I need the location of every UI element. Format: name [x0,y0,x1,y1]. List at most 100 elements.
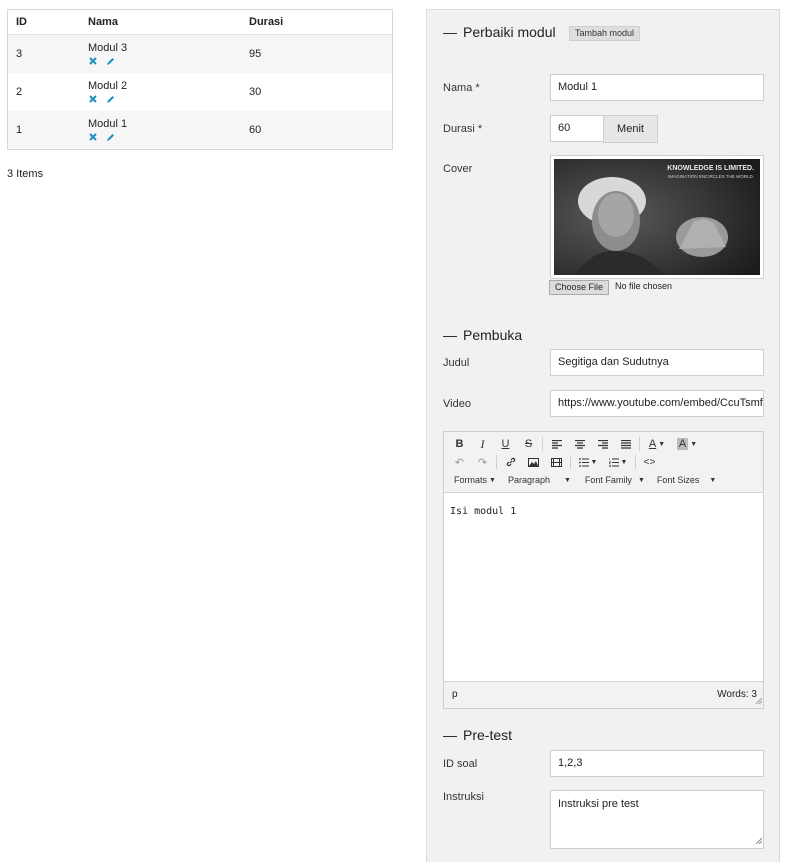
delete-icon[interactable] [88,56,98,66]
align-justify-icon[interactable] [614,436,637,452]
editor-toolbar: B I U S A ▼ A ▼ ↶ ↷ ▼ ▼ <> Formats ▼ Par… [444,432,763,493]
row-actions [88,132,249,142]
row-nama: Modul 2 [88,80,128,92]
bullet-list-icon[interactable]: ▼ [573,454,603,470]
no-file-text: No file chosen [615,281,673,291]
italic-icon[interactable]: I [471,436,494,452]
row-durasi: 60 [249,124,262,136]
panel-title: Perbaiki modul [463,24,556,40]
resize-grip-icon[interactable] [755,696,763,707]
row-nama: Modul 3 [88,42,128,54]
section-title-pretest: — Pre-test [443,727,512,743]
text-color-icon[interactable]: A ▼ [642,436,672,452]
underline-icon[interactable]: U [494,436,517,452]
durasi-label: Durasi * [443,123,483,135]
bold-icon[interactable]: B [448,436,471,452]
collapse-icon[interactable]: — [443,327,457,343]
formats-menu[interactable]: Formats ▼ [454,475,496,485]
row-nama-cell: Modul 1 [88,118,249,142]
background-color-icon[interactable]: A ▼ [672,436,702,452]
row-actions [88,94,249,104]
table-row[interactable]: 3 Modul 3 95 [8,35,392,73]
cover-quote-2: IMAGINATION ENCIRCLES THE WORLD. [668,174,754,179]
editor-statusbar: p Words: 3 [444,681,763,708]
add-module-button[interactable]: Tambah modul [569,26,641,41]
align-center-icon[interactable] [568,436,591,452]
judul-input[interactable]: Segitiga dan Sudutnya [550,349,764,376]
resize-grip-icon[interactable] [755,835,763,847]
undo-icon[interactable]: ↶ [448,454,471,470]
section-title-perbaiki: — Perbaiki modul [443,24,556,40]
video-input[interactable]: https://www.youtube.com/embed/CcuTsmf [550,390,764,417]
word-count: Words: 3 [717,689,757,700]
toolbar-divider [542,437,543,451]
link-icon[interactable] [499,454,522,470]
rich-text-editor: B I U S A ▼ A ▼ ↶ ↷ ▼ ▼ <> Formats ▼ Par… [443,431,764,709]
cover-image: KNOWLEDGE IS LIMITED. IMAGINATION ENCIRC… [554,159,760,275]
section-title-pembuka: — Pembuka [443,327,522,343]
items-count: 3 Items [7,168,44,180]
instruksi-value: Instruksi pre test [558,798,639,810]
column-header-durasi[interactable]: Durasi [249,16,392,28]
align-right-icon[interactable] [591,436,614,452]
pretest-title: Pre-test [463,727,513,743]
toolbar-row-3: Formats ▼ Paragraph ▼ Font Family ▼ Font Si… [454,472,728,488]
judul-label: Judul [443,357,470,369]
table-row[interactable]: 1 Modul 1 60 [8,111,392,149]
column-header-nama[interactable]: Nama [88,16,249,28]
editor-content[interactable]: Isi modul 1 [444,493,763,682]
redo-icon[interactable]: ↷ [471,454,494,470]
row-nama-cell: Modul 2 [88,80,249,104]
id-soal-label: ID soal [443,758,478,770]
edit-icon[interactable] [105,94,115,104]
instruksi-textarea[interactable]: Instruksi pre test [550,790,764,849]
nama-input[interactable]: Modul 1 [550,74,764,101]
edit-icon[interactable] [105,132,115,142]
row-nama-cell: Modul 3 [88,42,249,66]
font-family-menu[interactable]: Font Family ▼ [585,475,645,485]
row-nama: Modul 1 [88,118,128,130]
toolbar-divider [570,455,571,469]
font-sizes-menu[interactable]: Font Sizes ▼ [657,475,716,485]
numbered-list-icon[interactable]: ▼ [603,454,633,470]
toolbar-divider [635,455,636,469]
table-header: ID Nama Durasi [8,10,392,35]
row-id: 1 [16,124,23,136]
modules-table: ID Nama Durasi 3 Modul 3 95 2 Modul 2 30… [7,9,393,150]
durasi-unit-addon: Menit [603,115,658,143]
strikethrough-icon[interactable]: S [517,436,540,452]
row-durasi: 95 [249,48,262,60]
edit-module-panel: — Perbaiki modul Tambah modul Nama * Mod… [426,9,780,862]
durasi-input[interactable]: 60 [550,115,604,142]
align-left-icon[interactable] [545,436,568,452]
cover-quote-1: KNOWLEDGE IS LIMITED. [667,165,754,172]
toolbar-divider [496,455,497,469]
collapse-icon[interactable]: — [443,727,457,743]
toolbar-divider [639,437,640,451]
row-actions [88,56,249,66]
collapse-icon[interactable]: — [443,24,457,40]
row-id: 2 [16,86,23,98]
table-row[interactable]: 2 Modul 2 30 [8,73,392,111]
column-header-id[interactable]: ID [8,16,88,28]
delete-icon[interactable] [88,132,98,142]
id-soal-input[interactable]: 1,2,3 [550,750,764,777]
cover-image-preview: KNOWLEDGE IS LIMITED. IMAGINATION ENCIRC… [550,155,764,279]
toolbar-row-2: ↶ ↷ ▼ ▼ <> [448,454,661,470]
pembuka-title: Pembuka [463,327,523,343]
row-durasi: 30 [249,86,262,98]
media-icon[interactable] [545,454,568,470]
element-path[interactable]: p [452,689,458,700]
edit-icon[interactable] [105,56,115,66]
toolbar-row-1: B I U S A ▼ A ▼ [448,436,702,452]
paragraph-menu[interactable]: Paragraph ▼ [508,475,571,485]
instruksi-label: Instruksi [443,791,484,803]
source-code-icon[interactable]: <> [638,454,661,470]
delete-icon[interactable] [88,94,98,104]
image-icon[interactable] [522,454,545,470]
row-id: 3 [16,48,23,60]
nama-label: Nama * [443,82,480,94]
cover-label: Cover [443,163,473,175]
video-label: Video [443,398,471,410]
choose-file-button[interactable]: Choose File [549,280,610,295]
